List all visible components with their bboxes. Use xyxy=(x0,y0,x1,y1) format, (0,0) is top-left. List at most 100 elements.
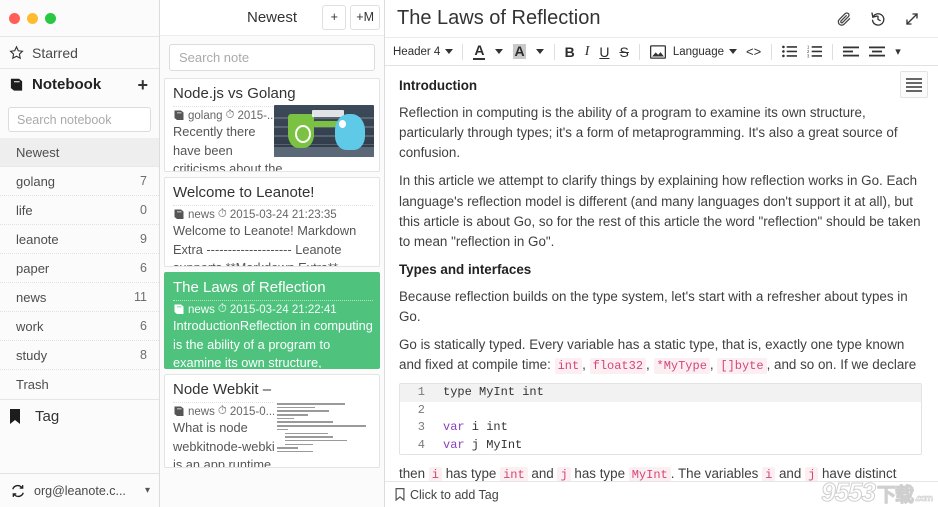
toc-button[interactable] xyxy=(900,71,928,98)
heading-dropdown[interactable]: Header 4 xyxy=(391,41,457,63)
unordered-list-button[interactable] xyxy=(777,41,802,63)
notebook-item-count: 6 xyxy=(140,261,147,275)
bold-label: B xyxy=(564,43,575,60)
note-list-item[interactable]: Welcome to Leanote! news ⏱ 2015-03-24 21… xyxy=(164,177,380,267)
language-label: Language xyxy=(672,45,724,58)
note-list-item[interactable]: Node Webkit – news ⏱ 2015-0... What is n… xyxy=(164,374,380,468)
bookmark-icon xyxy=(9,408,35,425)
note-notebook-name: news xyxy=(188,303,215,316)
thumb-label-top xyxy=(312,110,344,118)
maximize-window-button[interactable] xyxy=(45,12,56,24)
highlight-color-dropdown[interactable] xyxy=(531,41,549,63)
notebook-search-input[interactable] xyxy=(8,107,151,132)
highlight-color-button[interactable]: A xyxy=(508,41,530,63)
clock-icon: ⏱ xyxy=(217,208,227,221)
add-notebook-button[interactable]: + xyxy=(137,76,148,94)
sidebar-item-tag[interactable]: Tag xyxy=(0,399,159,433)
bold-button[interactable]: B xyxy=(560,41,580,63)
new-note-button[interactable]: + xyxy=(322,5,347,30)
highlight-color-label: A xyxy=(513,43,526,60)
note-search-input[interactable] xyxy=(169,44,375,71)
notebook-item-newest[interactable]: Newest xyxy=(0,138,159,167)
note-date: 2015-03-24 21:22:41 xyxy=(229,303,337,316)
add-tag-button[interactable]: Click to add Tag xyxy=(410,488,499,502)
sidebar: Starred Notebook + Newest golang 7 xyxy=(0,0,160,507)
notebook-item-count: 9 xyxy=(140,232,147,246)
note-list-item[interactable]: Node.js vs Golang golang ⏱ 2015-... Rece… xyxy=(164,78,380,172)
paragraph-then: then i has type int and j has type MyInt… xyxy=(399,464,922,481)
clock-icon: ⏱ xyxy=(225,109,235,122)
sidebar-item-label-tag: Tag xyxy=(35,408,60,425)
sync-icon[interactable] xyxy=(11,484,25,498)
chevron-down-icon[interactable]: ▾ xyxy=(145,485,150,496)
sidebar-item-notebook[interactable]: Notebook + xyxy=(0,68,159,100)
notebook-item-golang[interactable]: golang 7 xyxy=(0,167,159,196)
code-line xyxy=(277,417,294,420)
inline-code-byte-slice: []byte xyxy=(717,358,767,375)
leanote-app-window: Starred Notebook + Newest golang 7 xyxy=(0,0,938,507)
unordered-list-icon xyxy=(782,45,798,58)
language-dropdown[interactable]: Language xyxy=(671,41,741,63)
svg-text:3: 3 xyxy=(807,54,810,58)
attachment-icon[interactable] xyxy=(836,11,852,27)
align-left-button[interactable] xyxy=(838,41,864,63)
notebook-item-news[interactable]: news 11 xyxy=(0,283,159,312)
notebook-item-paper[interactable]: paper 6 xyxy=(0,254,159,283)
account-bar[interactable]: org@leanote.c... ▾ xyxy=(0,473,159,507)
notebook-item-trash[interactable]: Trash xyxy=(0,370,159,399)
fullscreen-icon[interactable] xyxy=(904,11,920,27)
new-markdown-note-button[interactable]: +M xyxy=(350,5,380,30)
font-color-button[interactable]: A xyxy=(468,41,490,63)
code-line-text: type MyInt int xyxy=(443,385,544,400)
paragraph-types-1: Because reflection builds on the type sy… xyxy=(399,288,908,325)
minimize-window-button[interactable] xyxy=(27,12,38,24)
code-line xyxy=(277,450,313,453)
toolbar-divider xyxy=(832,43,834,60)
note-thumbnail xyxy=(274,105,374,157)
notebook-icon xyxy=(9,78,32,92)
editor-panel: The Laws of Reflection Header 4 A A B I … xyxy=(385,0,938,507)
notebook-item-life[interactable]: life 0 xyxy=(0,196,159,225)
watermark-number: 9553 xyxy=(821,477,877,507)
toolbar-divider xyxy=(553,43,555,60)
code-line-number: 1 xyxy=(417,385,425,400)
more-options-button[interactable]: ▾ xyxy=(890,41,906,63)
ordered-list-icon: 1 2 3 xyxy=(807,45,823,58)
code-line xyxy=(277,421,334,423)
note-title-input[interactable]: The Laws of Reflection xyxy=(397,7,836,30)
ordered-list-button[interactable]: 1 2 3 xyxy=(802,41,827,63)
go-gopher-icon xyxy=(335,113,365,151)
strikethrough-button[interactable]: S xyxy=(614,41,633,63)
insert-image-button[interactable] xyxy=(645,41,671,63)
underline-button[interactable]: U xyxy=(594,41,614,63)
strikethrough-label: S xyxy=(619,43,629,60)
code-line xyxy=(277,414,309,416)
notebook-item-leanote[interactable]: leanote 9 xyxy=(0,225,159,254)
align-center-button[interactable] xyxy=(864,41,890,63)
sidebar-item-starred[interactable]: Starred xyxy=(0,36,159,68)
note-list-item-selected[interactable]: The Laws of Reflection news ⏱ 2015-03-24… xyxy=(164,272,380,369)
code-line xyxy=(277,406,315,409)
chevron-down-icon xyxy=(445,49,454,54)
note-date: 2015-... xyxy=(237,109,277,122)
editor-content-area[interactable]: Introduction Reflection in computing is … xyxy=(385,66,938,481)
notebook-search-wrap xyxy=(0,100,159,138)
notebook-item-label: Trash xyxy=(16,377,49,392)
italic-button[interactable]: I xyxy=(580,41,595,63)
inline-code-int: int xyxy=(554,358,583,375)
notebook-item-work[interactable]: work 6 xyxy=(0,312,159,341)
history-icon[interactable] xyxy=(870,11,886,27)
code-button[interactable]: <> xyxy=(741,41,766,63)
code-line: 1 type MyInt int xyxy=(400,384,921,402)
editor-footer: Click to add Tag 9553 下载 .com xyxy=(385,477,938,507)
close-window-button[interactable] xyxy=(9,12,20,24)
code-block[interactable]: 1 type MyInt int 2 3 var i int 4 var j M… xyxy=(399,383,922,455)
font-color-dropdown[interactable] xyxy=(490,41,508,63)
code-line xyxy=(277,410,329,412)
account-email: org@leanote.c... xyxy=(34,483,126,498)
inline-code-j: j xyxy=(805,466,819,481)
text-fragment: has type xyxy=(442,465,501,481)
notebook-item-study[interactable]: study 8 xyxy=(0,341,159,370)
